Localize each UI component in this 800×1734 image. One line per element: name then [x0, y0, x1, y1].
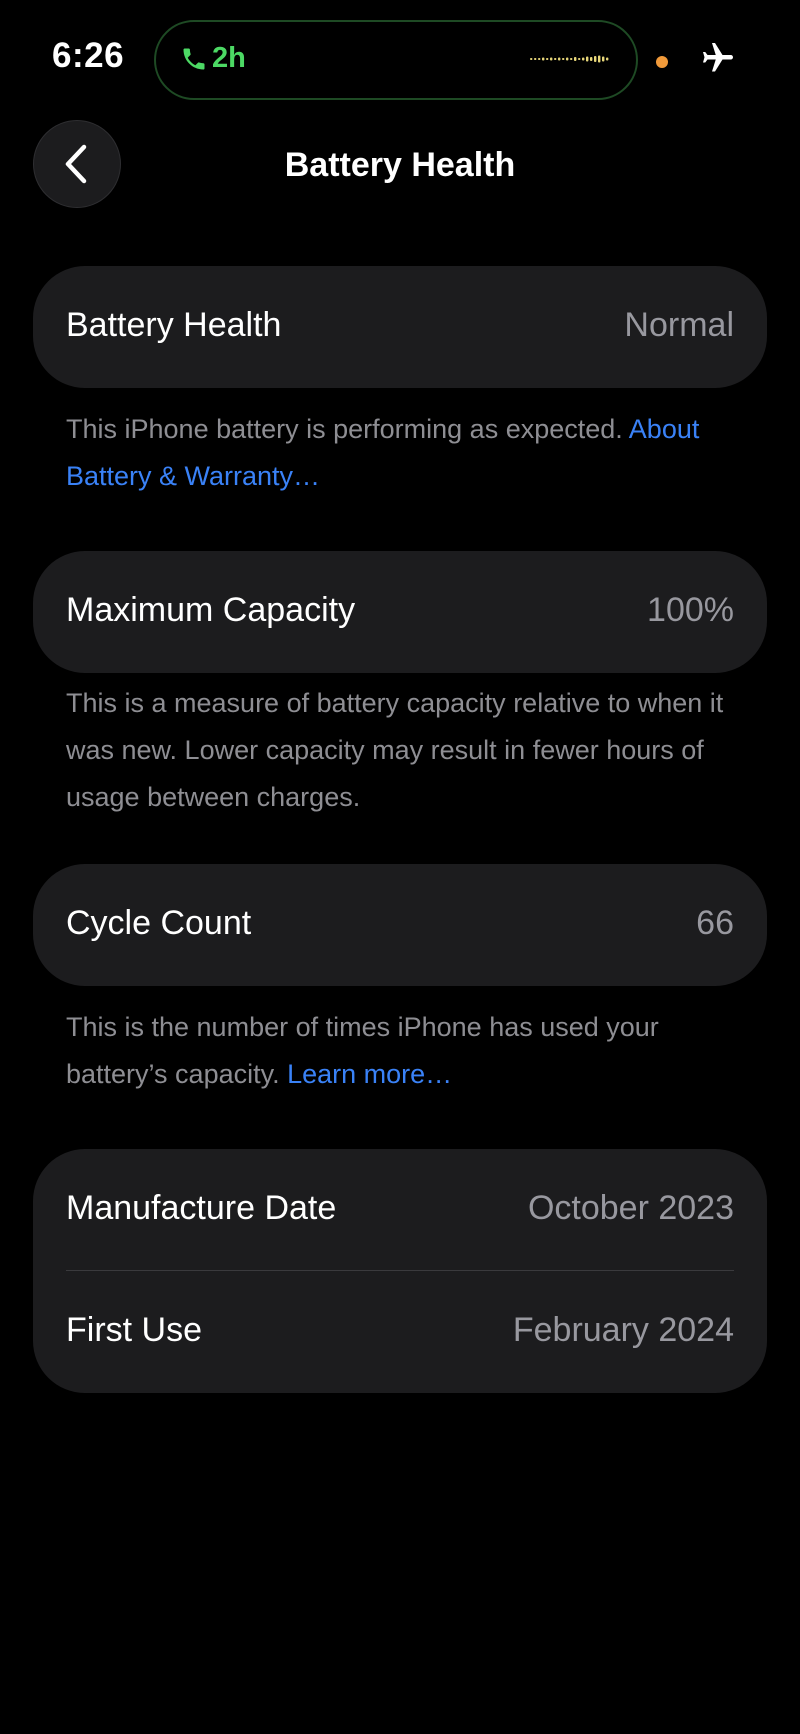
maximum-capacity-footnote: This is a measure of battery capacity re…	[66, 688, 724, 812]
battery-health-label: Battery Health	[66, 306, 282, 344]
waveform-icon	[530, 55, 609, 63]
battery-health-card: Battery Health Normal	[33, 266, 767, 388]
cycle-count-label: Cycle Count	[66, 904, 252, 942]
status-time: 6:26	[52, 36, 125, 75]
airplane-mode-icon	[703, 43, 733, 72]
maximum-capacity-value: 100%	[647, 591, 734, 629]
cycle-count-row: Cycle Count 66	[33, 864, 767, 986]
dates-card: Manufacture Date October 2023 First Use …	[33, 1149, 767, 1393]
maximum-capacity-row: Maximum Capacity 100%	[33, 551, 767, 673]
battery-health-footnote: This iPhone battery is performing as exp…	[66, 406, 746, 500]
cycle-count-card: Cycle Count 66	[33, 864, 767, 986]
learn-more-link[interactable]: Learn more…	[287, 1059, 452, 1089]
manufacture-date-label: Manufacture Date	[66, 1189, 337, 1227]
first-use-label: First Use	[66, 1311, 202, 1349]
cycle-count-footnote: This is the number of times iPhone has u…	[66, 1004, 746, 1098]
cycle-count-value: 66	[696, 904, 734, 942]
battery-health-value: Normal	[624, 306, 734, 344]
dynamic-island-call[interactable]: 2h	[154, 20, 638, 100]
status-bar: 6:26 2h	[0, 0, 800, 120]
page-title: Battery Health	[284, 146, 516, 184]
first-use-value: February 2024	[512, 1311, 734, 1349]
maximum-capacity-card: Maximum Capacity 100%	[33, 551, 767, 673]
first-use-row: First Use February 2024	[33, 1271, 767, 1393]
mic-indicator-dot	[656, 56, 668, 68]
manufacture-date-value: October 2023	[527, 1189, 734, 1227]
manufacture-date-row: Manufacture Date October 2023	[33, 1149, 767, 1271]
call-duration: 2h	[212, 42, 246, 74]
battery-health-footnote-text: This iPhone battery is performing as exp…	[66, 414, 629, 444]
battery-health-row: Battery Health Normal	[33, 266, 767, 388]
maximum-capacity-label: Maximum Capacity	[66, 591, 356, 629]
phone-icon	[183, 48, 205, 70]
